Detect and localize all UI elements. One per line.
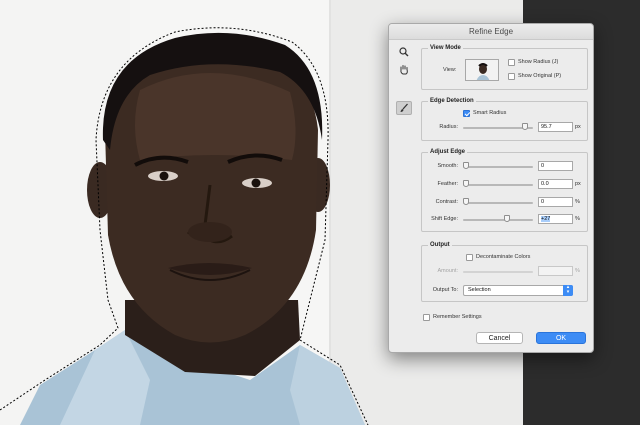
output-to-label: Output To:	[432, 287, 458, 293]
contrast-label: Contrast:	[435, 199, 458, 205]
amount-unit: %	[575, 268, 580, 274]
shift-edge-value: +27	[541, 216, 551, 222]
zoom-icon[interactable]	[396, 45, 412, 59]
shift-edge-slider[interactable]	[463, 215, 533, 222]
smooth-slider[interactable]	[463, 162, 533, 169]
shift-edge-slider-knob[interactable]	[503, 215, 510, 222]
radius-label: Radius:	[439, 124, 458, 130]
contrast-slider-knob[interactable]	[463, 198, 469, 205]
feather-slider[interactable]	[463, 180, 533, 187]
edge-detection-group: Edge Detection	[421, 97, 588, 141]
shift-edge-label: Shift Edge:	[431, 216, 458, 222]
view-mode-title: View Mode	[428, 44, 463, 53]
contrast-field[interactable]: 0	[538, 197, 573, 207]
radius-unit: px	[575, 124, 581, 130]
smooth-slider-knob[interactable]	[463, 162, 469, 169]
smart-radius-checkbox[interactable]	[463, 110, 470, 117]
remember-settings-checkbox[interactable]	[423, 314, 430, 321]
output-to-select[interactable]: Selection ▴ ▾	[463, 285, 573, 296]
amount-label: Amount:	[437, 268, 458, 274]
feather-slider-knob[interactable]	[463, 180, 469, 187]
radius-field[interactable]: 95.7	[538, 122, 573, 132]
show-original-label: Show Original (P)	[518, 73, 562, 79]
decontaminate-label: Decontaminate Colors	[476, 254, 531, 260]
shift-edge-field[interactable]: +27	[538, 214, 573, 224]
view-thumbnail-image	[466, 60, 498, 80]
feather-unit: px	[575, 181, 581, 187]
view-label: View:	[443, 67, 457, 73]
select-stepper-icon: ▴ ▾	[563, 285, 573, 296]
amount-field	[538, 266, 573, 276]
radius-slider-knob[interactable]	[521, 123, 528, 130]
contrast-unit: %	[575, 199, 580, 205]
smart-radius-label: Smart Radius	[473, 110, 507, 116]
adjust-edge-title: Adjust Edge	[428, 148, 468, 157]
cancel-button[interactable]: Cancel	[476, 332, 523, 344]
output-to-value: Selection	[468, 287, 491, 293]
show-radius-checkbox[interactable]	[508, 59, 515, 66]
feather-field[interactable]: 0.0	[538, 179, 573, 189]
show-original-checkbox[interactable]	[508, 73, 515, 80]
output-title: Output	[428, 241, 452, 250]
radius-slider[interactable]	[463, 123, 533, 130]
smooth-label: Smooth:	[437, 163, 458, 169]
amount-slider	[463, 271, 533, 273]
decontaminate-checkbox[interactable]	[466, 254, 473, 261]
remember-settings-label: Remember Settings	[433, 314, 482, 320]
refine-radius-brush-icon[interactable]	[396, 101, 412, 115]
contrast-slider[interactable]	[463, 198, 533, 205]
ok-button[interactable]: OK	[536, 332, 586, 344]
hand-icon[interactable]	[396, 62, 412, 76]
view-thumbnail[interactable]	[465, 59, 499, 81]
show-radius-label: Show Radius (J)	[518, 59, 559, 65]
dialog-title: Refine Edge	[389, 24, 593, 40]
feather-label: Feather:	[437, 181, 458, 187]
edge-detection-title: Edge Detection	[428, 97, 476, 106]
shift-edge-unit: %	[575, 216, 580, 222]
smooth-field[interactable]: 0	[538, 161, 573, 171]
